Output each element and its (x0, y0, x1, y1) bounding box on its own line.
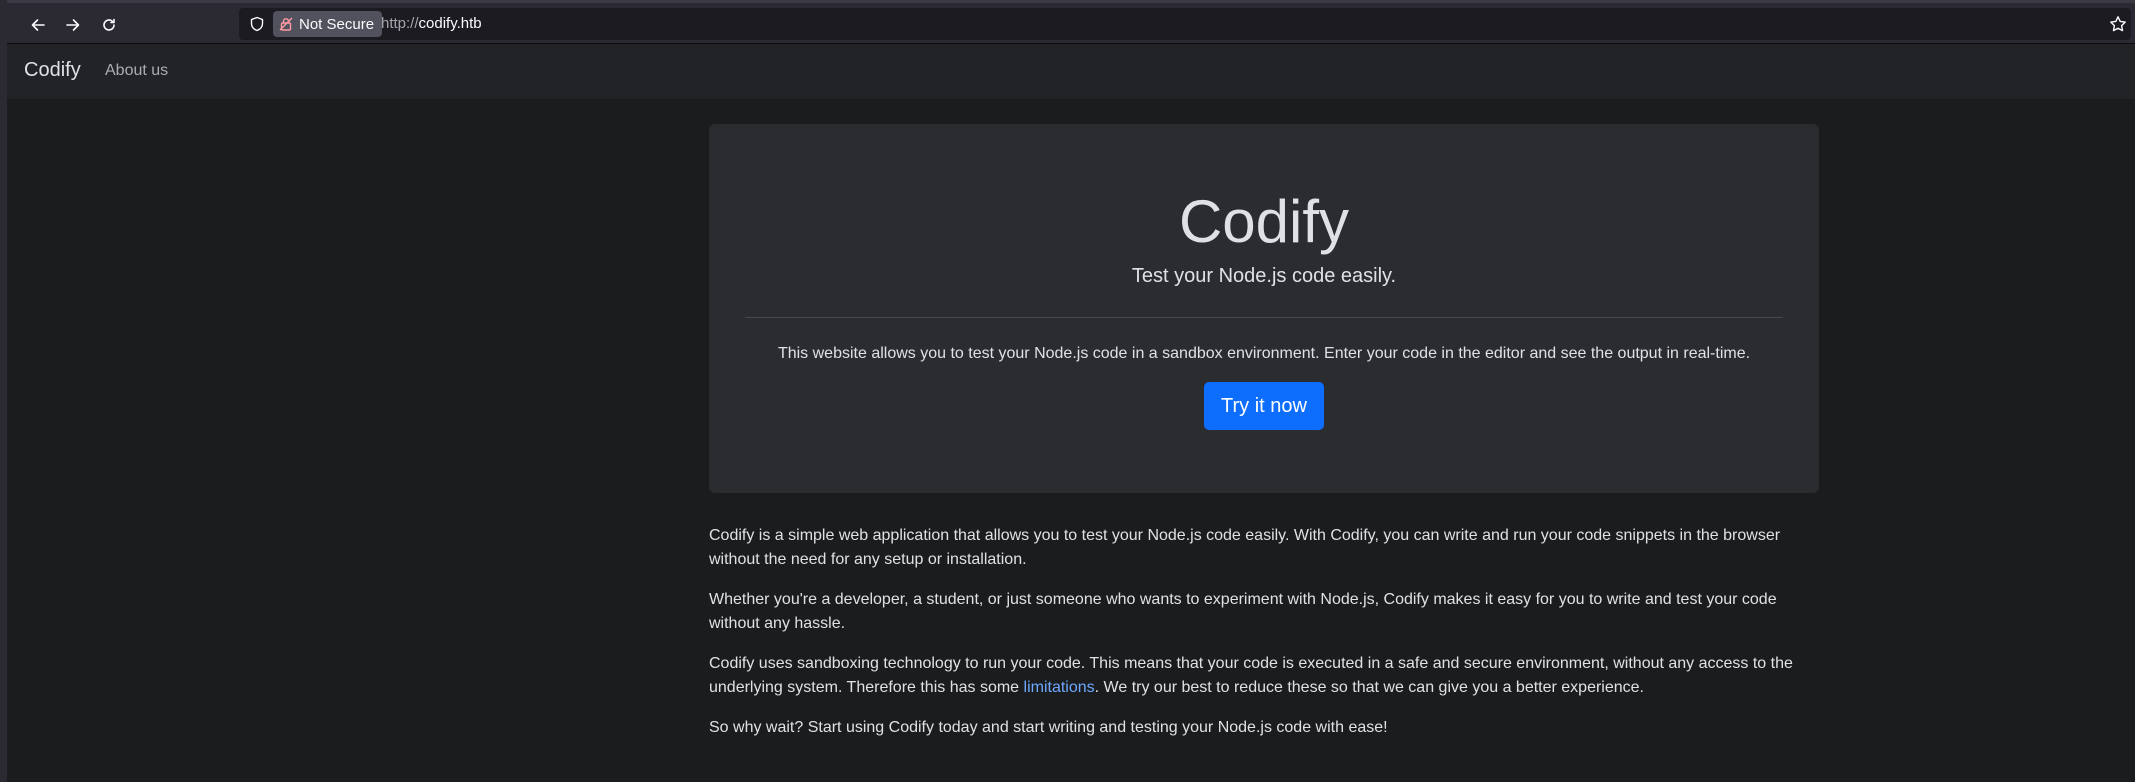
back-button[interactable] (24, 12, 52, 38)
hero-panel: Codify Test your Node.js code easily. Th… (709, 124, 1819, 493)
reload-button[interactable] (95, 12, 123, 38)
paragraph-cta: So why wait? Start using Codify today an… (709, 719, 1388, 736)
limitations-link[interactable]: limitations (1024, 679, 1095, 696)
bookmark-star-icon[interactable] (2109, 15, 2127, 33)
browser-window: Not Secure http://codify.htb Codify Abou… (0, 0, 2135, 782)
hero-title: Codify (1178, 188, 1350, 255)
forward-arrow-icon (66, 19, 80, 31)
url-host: codify.htb (418, 15, 482, 32)
not-secure-badge[interactable]: Not Secure (273, 11, 383, 37)
back-arrow-icon (31, 19, 45, 31)
paragraph-audience: Whether you're a developer, a student, o… (709, 591, 1777, 632)
url-bar[interactable]: Not Secure http://codify.htb (239, 8, 2131, 40)
try-it-now-button[interactable]: Try it now (1204, 382, 1324, 430)
not-secure-label: Not Secure (299, 15, 375, 33)
reload-icon (103, 18, 115, 31)
insecure-lock-icon (279, 17, 293, 31)
sandbox-text-after: . We try our best to reduce these so tha… (1094, 679, 1644, 696)
url-protocol: http:// (381, 15, 419, 32)
content-section: Codify is a simple web application that … (709, 524, 1819, 756)
nav-link-about-us[interactable]: About us (105, 62, 168, 80)
browser-toolbar: Not Secure http://codify.htb (7, 0, 2135, 44)
paragraph-sandbox: Codify uses sandboxing technology to run… (709, 652, 1819, 700)
window-edge (0, 0, 7, 782)
navbar-brand[interactable]: Codify (24, 59, 81, 82)
shield-icon[interactable] (249, 16, 265, 32)
hero-lead: Test your Node.js code easily. (1131, 265, 1397, 287)
paragraph-intro: Codify is a simple web application that … (709, 527, 1781, 568)
hero-divider (745, 317, 1783, 318)
site-navbar: Codify About us (7, 44, 2135, 99)
url-text[interactable]: http://codify.htb (381, 15, 482, 32)
hero-description: This website allows you to test your Nod… (777, 345, 1751, 362)
forward-button[interactable] (59, 12, 87, 38)
